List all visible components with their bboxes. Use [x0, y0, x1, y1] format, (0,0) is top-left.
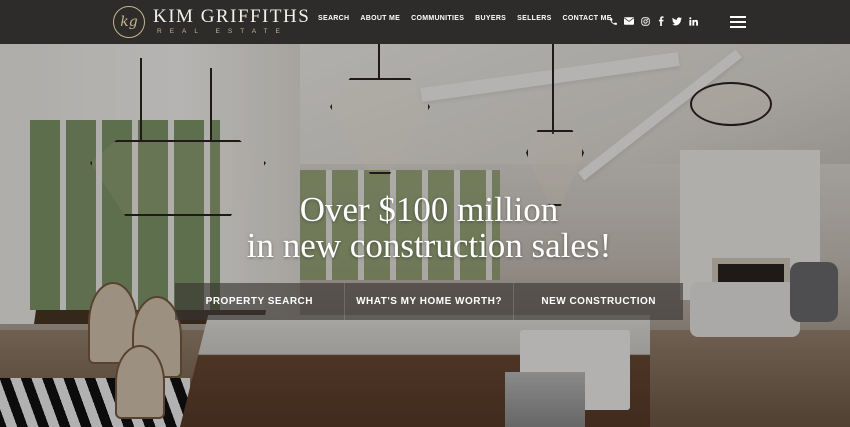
- social-links: [608, 16, 698, 30]
- site-logo[interactable]: kg KIM GRIFFITHS REAL ESTATE: [113, 4, 310, 40]
- nav-contact-me[interactable]: CONTACT ME: [563, 15, 612, 22]
- logo-text: KIM GRIFFITHS REAL ESTATE: [153, 7, 310, 37]
- header: kg KIM GRIFFITHS REAL ESTATE SEARCH ABOU…: [0, 0, 850, 44]
- menu-icon[interactable]: [730, 16, 746, 28]
- linkedin-icon[interactable]: [688, 16, 698, 30]
- main-nav: SEARCH ABOUT ME COMMUNITIES BUYERS SELLE…: [318, 15, 623, 22]
- nav-communities[interactable]: COMMUNITIES: [411, 15, 464, 22]
- cta-bar: PROPERTY SEARCH WHAT'S MY HOME WORTH? NE…: [175, 283, 683, 320]
- headline-line-1: Over $100 million: [299, 190, 559, 229]
- email-icon[interactable]: [624, 17, 634, 29]
- hero-headline: Over $100 million in new construction sa…: [0, 192, 850, 264]
- twitter-icon[interactable]: [672, 16, 682, 30]
- home-worth-button[interactable]: WHAT'S MY HOME WORTH?: [343, 283, 514, 320]
- brand-subtitle: REAL ESTATE: [157, 28, 288, 35]
- instagram-icon[interactable]: [640, 16, 650, 30]
- nav-sellers[interactable]: SELLERS: [517, 15, 551, 22]
- brand-name: KIM GRIFFITHS: [153, 6, 311, 27]
- property-search-button[interactable]: PROPERTY SEARCH: [175, 283, 344, 320]
- nav-buyers[interactable]: BUYERS: [475, 15, 506, 22]
- monogram-logo: kg: [113, 6, 145, 38]
- headline-line-2: in new construction sales!: [246, 226, 612, 265]
- nav-about-me[interactable]: ABOUT ME: [360, 15, 400, 22]
- new-construction-button[interactable]: NEW CONSTRUCTION: [513, 283, 683, 320]
- facebook-icon[interactable]: [656, 16, 666, 30]
- phone-icon[interactable]: [608, 17, 618, 30]
- nav-search[interactable]: SEARCH: [318, 15, 349, 22]
